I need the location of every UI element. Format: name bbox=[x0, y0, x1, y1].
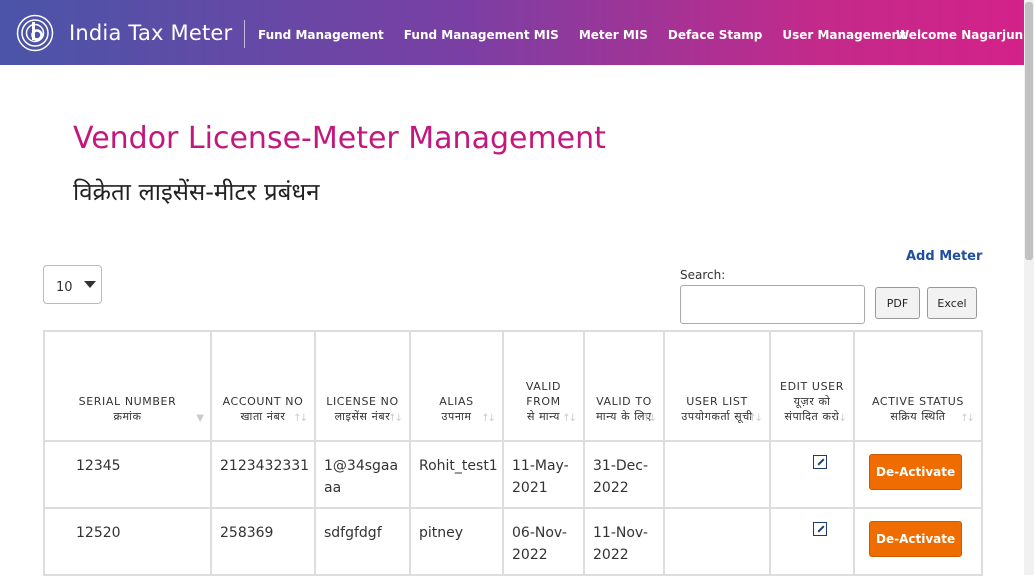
page-subtitle-hindi: विक्रेता लाइसेंस-मीटर प्रबंधन bbox=[73, 178, 320, 206]
col-header-alias[interactable]: ALIAS उपनाम ↑↓ bbox=[409, 330, 504, 442]
col-header-valid-from[interactable]: VALID FROM से मान्य ↑↓ bbox=[502, 330, 585, 442]
cell-serial: 12520 bbox=[43, 507, 212, 576]
col-header-label-hindi: सक्रिय स्थिति bbox=[890, 410, 946, 423]
col-header-serial-number[interactable]: SERIAL NUMBER क्रमांक ▼ bbox=[43, 330, 212, 442]
cell-valid-to: 31-Dec-2022 bbox=[583, 440, 665, 509]
search-label: Search: bbox=[680, 268, 726, 282]
add-meter-link[interactable]: Add Meter bbox=[906, 249, 982, 264]
nav-deface-stamp[interactable]: Deface Stamp bbox=[668, 28, 762, 42]
sort-icon: ↑↓ bbox=[960, 413, 975, 424]
search-input[interactable] bbox=[680, 285, 865, 324]
col-header-label: LICENSE NO bbox=[326, 395, 399, 408]
col-header-label: ALIAS bbox=[439, 395, 474, 408]
edit-icon[interactable] bbox=[813, 455, 827, 469]
sort-icon: ↑↓ bbox=[481, 413, 496, 424]
cell-alias: Rohit_test1 bbox=[409, 440, 504, 509]
cell-serial: 12345 bbox=[43, 440, 212, 509]
cell-edit-user bbox=[769, 440, 855, 509]
col-header-label: SERIAL NUMBER bbox=[78, 395, 177, 408]
brand-name[interactable]: India Tax Meter bbox=[69, 21, 232, 45]
cell-account: 2123432331 bbox=[210, 440, 316, 509]
table-row: 12345 2123432331 1@34sgaaaa Rohit_test1 … bbox=[43, 440, 983, 509]
sort-icon: ↑↓ bbox=[832, 413, 847, 424]
cell-valid-from: 11-May-2021 bbox=[502, 440, 585, 509]
sort-icon: ▼ bbox=[196, 413, 204, 424]
deactivate-button[interactable]: De-Activate bbox=[869, 454, 963, 490]
cell-valid-from: 06-Nov-2022 bbox=[502, 507, 585, 576]
cell-license: 1@34sgaaaa bbox=[314, 440, 411, 509]
deactivate-button[interactable]: De-Activate bbox=[869, 521, 963, 557]
page-length-select[interactable]: 10 bbox=[43, 265, 102, 304]
cell-account: 258369 bbox=[210, 507, 316, 576]
scrollbar-thumb[interactable] bbox=[1025, 2, 1033, 260]
col-header-user-list[interactable]: USER LIST उपयोगकर्ता सूची ↑↓ bbox=[663, 330, 771, 442]
export-pdf-button[interactable]: PDF bbox=[875, 287, 920, 319]
cell-user-list bbox=[663, 507, 771, 576]
cell-user-list bbox=[663, 440, 771, 509]
sort-icon: ↑↓ bbox=[388, 413, 403, 424]
col-header-label-hindi: खाता नंबर bbox=[240, 410, 286, 423]
cell-license: sdfgfdgf bbox=[314, 507, 411, 576]
export-excel-button[interactable]: Excel bbox=[927, 287, 977, 319]
caret-down-icon bbox=[84, 281, 96, 288]
col-header-active-status[interactable]: ACTIVE STATUS सक्रिय स्थिति ↑↓ bbox=[853, 330, 983, 442]
table-header-row: SERIAL NUMBER क्रमांक ▼ ACCOUNT NO खाता … bbox=[43, 330, 983, 442]
col-header-label: VALID FROM bbox=[525, 380, 562, 408]
col-header-license-no[interactable]: LICENSE NO लाइसेंस नंबर ↑↓ bbox=[314, 330, 411, 442]
cell-alias: pitney bbox=[409, 507, 504, 576]
col-header-label: ACTIVE STATUS bbox=[871, 395, 965, 408]
logo-icon bbox=[16, 14, 54, 52]
edit-icon[interactable] bbox=[813, 522, 827, 536]
cell-edit-user bbox=[769, 507, 855, 576]
col-header-edit-user[interactable]: EDIT USER यूज़र को संपादित करो ↑↓ bbox=[769, 330, 855, 442]
col-header-label-hindi: से मान्य bbox=[527, 410, 560, 423]
top-navbar: India Tax Meter Fund Management Fund Man… bbox=[0, 0, 1024, 65]
page-title: Vendor License-Meter Management bbox=[73, 121, 606, 156]
license-meter-table: SERIAL NUMBER क्रमांक ▼ ACCOUNT NO खाता … bbox=[43, 330, 983, 576]
col-header-label: USER LIST bbox=[686, 395, 748, 408]
col-header-label-hindi: उपनाम bbox=[441, 410, 472, 423]
nav-fund-management-mis[interactable]: Fund Management MIS bbox=[404, 28, 559, 42]
table-row: 12520 258369 sdfgfdgf pitney 06-Nov-2022… bbox=[43, 507, 983, 576]
cell-active-status: De-Activate bbox=[853, 507, 983, 576]
main-nav: Fund Management Fund Management MIS Mete… bbox=[258, 28, 926, 42]
nav-fund-management[interactable]: Fund Management bbox=[258, 28, 384, 42]
sort-icon: ↑↓ bbox=[748, 413, 763, 424]
col-header-label: VALID TO bbox=[596, 395, 652, 408]
cell-valid-to: 11-Nov-2022 bbox=[583, 507, 665, 576]
nav-user-management[interactable]: User Management bbox=[782, 28, 905, 42]
brand-divider bbox=[244, 20, 245, 48]
page-length-value: 10 bbox=[56, 280, 73, 295]
sort-icon: ↑↓ bbox=[642, 413, 657, 424]
col-header-label: EDIT USER bbox=[780, 380, 844, 393]
col-header-label-hindi: उपयोगकर्ता सूची bbox=[681, 410, 753, 423]
sort-icon: ↑↓ bbox=[562, 413, 577, 424]
nav-meter-mis[interactable]: Meter MIS bbox=[579, 28, 648, 42]
col-header-account-no[interactable]: ACCOUNT NO खाता नंबर ↑↓ bbox=[210, 330, 316, 442]
cell-active-status: De-Activate bbox=[853, 440, 983, 509]
col-header-label-hindi: लाइसेंस नंबर bbox=[334, 410, 391, 423]
col-header-label-hindi: क्रमांक bbox=[113, 410, 142, 423]
sort-icon: ↑↓ bbox=[293, 413, 308, 424]
col-header-valid-to[interactable]: VALID TO मान्य के लिए ↑↓ bbox=[583, 330, 665, 442]
welcome-user[interactable]: Welcome Nagarjun bbox=[896, 28, 1024, 42]
col-header-label: ACCOUNT NO bbox=[222, 395, 304, 408]
